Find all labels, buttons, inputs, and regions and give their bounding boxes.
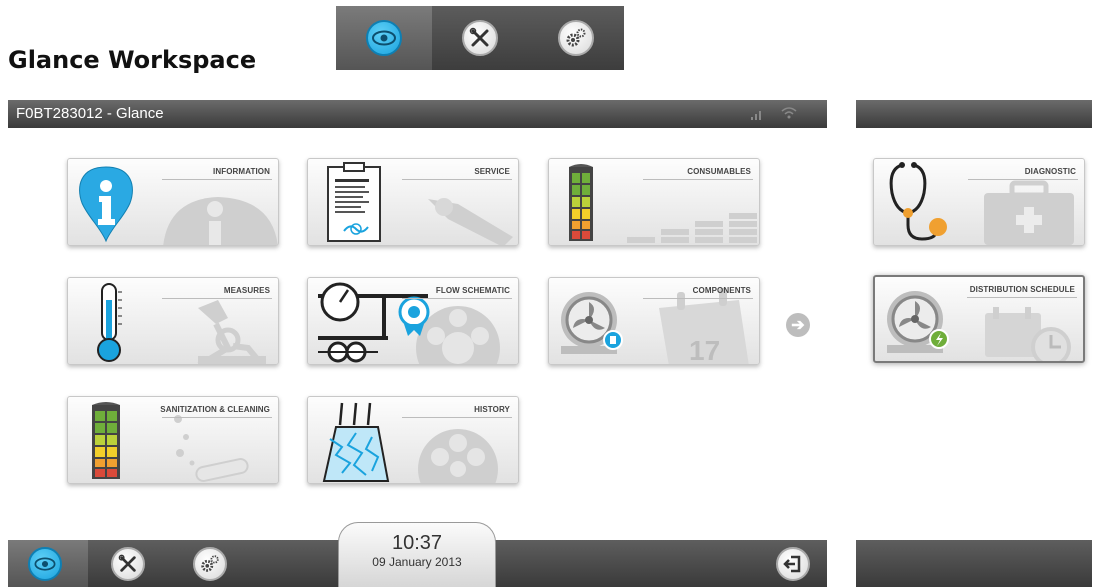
tile-divider [162, 179, 272, 180]
tile-flow-schematic[interactable]: FLOW SCHEMATIC [307, 277, 519, 365]
tile-label: SANITIZATION & CLEANING [160, 405, 270, 414]
tools-icon [111, 547, 145, 581]
tile-label: COMPONENTS [692, 286, 751, 295]
tile-label: MEASURES [223, 286, 270, 295]
tile-label: INFORMATION [213, 167, 270, 176]
window-title-bar: F0BT283012 - Glance [8, 100, 827, 128]
svg-text:17: 17 [689, 335, 720, 365]
tile-consumables[interactable]: CONSUMABLES [548, 158, 760, 246]
tile-label: DISTRIBUTION SCHEDULE [969, 285, 1075, 294]
tile-divider [643, 298, 753, 299]
tile-divider [402, 179, 512, 180]
tile-divider [967, 297, 1077, 298]
tile-measures[interactable]: MEASURES [67, 277, 279, 365]
tile-label: DIAGNOSTIC [1024, 167, 1076, 176]
gears-icon [193, 547, 227, 581]
settings-nav-button[interactable] [193, 547, 227, 581]
next-page-arrow-icon[interactable]: ➔ [786, 313, 810, 337]
window-title: F0BT283012 - Glance [16, 105, 164, 122]
tile-divider [643, 179, 753, 180]
tile-diagnostic[interactable]: DIAGNOSTIC [873, 158, 1085, 246]
settings-mode-button[interactable] [528, 6, 624, 70]
tile-sanitization-cleaning[interactable]: SANITIZATION & CLEANING [67, 396, 279, 484]
tools-icon [462, 20, 498, 56]
clock-time: 10:37 [391, 532, 443, 554]
tile-divider [162, 417, 272, 418]
tools-mode-button[interactable] [432, 6, 528, 70]
logout-icon [776, 547, 810, 581]
right-panel-title-bar [856, 100, 1092, 128]
clock-date: 09 January 2013 [372, 555, 462, 569]
glance-nav-button[interactable] [8, 540, 88, 587]
page-title: Glance Workspace [8, 46, 257, 74]
tile-history[interactable]: HISTORY [307, 396, 519, 484]
signal-icon [751, 111, 761, 120]
tile-distribution-schedule[interactable]: DISTRIBUTION SCHEDULE [873, 275, 1085, 363]
tile-label: FLOW SCHEMATIC [435, 286, 510, 295]
tile-divider [402, 417, 512, 418]
glance-mode-button[interactable] [336, 6, 432, 70]
tools-nav-button[interactable] [111, 547, 145, 581]
tile-label: SERVICE [474, 167, 510, 176]
tile-label: HISTORY [474, 405, 510, 414]
logout-button[interactable] [776, 547, 810, 581]
tile-divider [402, 298, 512, 299]
right-panel-bottom-bar [856, 540, 1092, 587]
eye-icon [28, 547, 62, 581]
tile-information[interactable]: INFORMATION [67, 158, 279, 246]
wifi-icon [781, 107, 797, 119]
tile-service[interactable]: SERVICE [307, 158, 519, 246]
tile-components[interactable]: 17 COMPONENTS [548, 277, 760, 365]
tile-divider [162, 298, 272, 299]
mode-toolbar [336, 6, 624, 70]
eye-icon [366, 20, 402, 56]
gears-icon [558, 20, 594, 56]
tile-divider [968, 179, 1078, 180]
tile-label: CONSUMABLES [687, 167, 751, 176]
clock-widget: 10:37 09 January 2013 [338, 522, 496, 587]
